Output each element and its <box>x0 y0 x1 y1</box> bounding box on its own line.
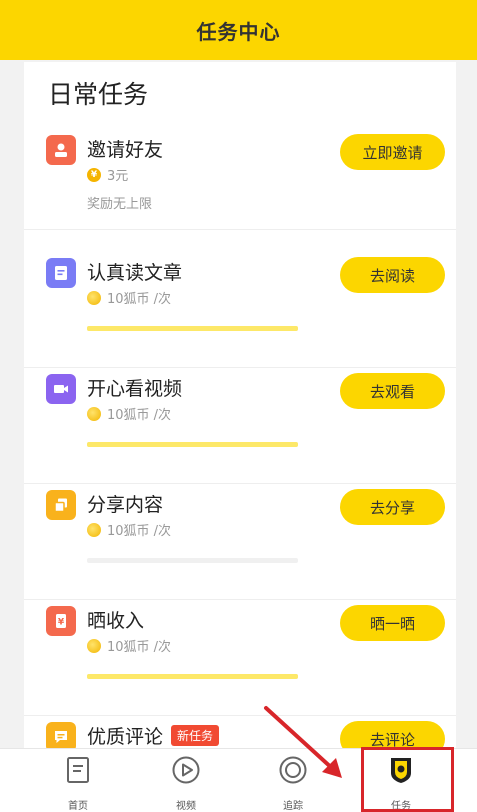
video-icon <box>46 374 76 404</box>
task-title: 开心看视频 <box>87 378 183 400</box>
tab-label: 首页 <box>68 801 88 812</box>
yuan-coin-icon: ¥ <box>87 167 101 182</box>
play-icon <box>171 755 201 785</box>
share-button[interactable]: 去分享 <box>340 489 445 525</box>
task-title-text: 优质评论 <box>87 726 164 748</box>
tab-home[interactable]: 首页 <box>48 749 108 812</box>
header: 任务中心 <box>0 0 477 60</box>
progress-bar <box>87 442 298 447</box>
reward-amount: 10狐币 /次 <box>107 408 172 423</box>
task-title: 认真读文章 <box>87 262 183 284</box>
task-invite-friends: 邀请好友 ¥ 3元 奖励无上限 立即邀请 <box>24 129 456 230</box>
task-title: 晒收入 <box>87 610 145 632</box>
fox-coin-icon <box>87 406 101 421</box>
task-reward: 10狐币 /次 <box>87 520 171 539</box>
tab-video[interactable]: 视频 <box>156 749 216 812</box>
reward-amount: 10狐币 /次 <box>107 640 172 655</box>
task-title: 分享内容 <box>87 494 164 516</box>
income-icon: ¥ <box>46 606 76 636</box>
page-title: 任务中心 <box>196 19 281 44</box>
task-read-article: 认真读文章 10狐币 /次 去阅读 <box>24 252 456 368</box>
task-reward: 10狐币 /次 <box>87 404 171 423</box>
task-title: 邀请好友 <box>87 139 164 161</box>
reward-note: 奖励无上限 <box>87 197 153 212</box>
progress-bar <box>87 674 298 679</box>
task-show-income: ¥ 晒收入 10狐币 /次 晒一晒 <box>24 600 456 716</box>
progress-bar <box>87 558 298 563</box>
watch-button[interactable]: 去观看 <box>340 373 445 409</box>
progress-bar <box>87 326 298 331</box>
task-title: 优质评论 新任务 <box>87 722 220 749</box>
fox-coin-icon <box>87 522 101 537</box>
section-title: 日常任务 <box>48 80 149 109</box>
invite-person-icon <box>46 135 76 165</box>
task-reward: 10狐币 /次 <box>87 288 171 307</box>
fox-coin-icon <box>87 290 101 305</box>
reward-amount: 10狐币 /次 <box>107 292 172 307</box>
task-share-content: 分享内容 10狐币 /次 去分享 <box>24 484 456 600</box>
tab-label: 视频 <box>176 801 196 812</box>
task-reward: 10狐币 /次 <box>87 636 171 655</box>
tab-label: 追踪 <box>283 801 303 812</box>
task-tab-highlight-box <box>361 747 454 812</box>
share-icon <box>46 490 76 520</box>
reward-amount: 10狐币 /次 <box>107 524 172 539</box>
article-icon <box>46 258 76 288</box>
svg-text:¥: ¥ <box>58 618 65 628</box>
task-watch-video: 开心看视频 10狐币 /次 去观看 <box>24 368 456 484</box>
home-icon <box>63 755 93 785</box>
reward-amount: 3元 <box>107 169 129 184</box>
daily-tasks-card: 日常任务 邀请好友 ¥ 3元 奖励无上限 立即邀请 认真读文章 10狐币 /次 … <box>24 62 456 762</box>
fox-coin-icon <box>87 638 101 653</box>
invite-now-button[interactable]: 立即邀请 <box>340 134 445 170</box>
show-button[interactable]: 晒一晒 <box>340 605 445 641</box>
pointer-arrow <box>264 706 342 778</box>
read-button[interactable]: 去阅读 <box>340 257 445 293</box>
task-reward: ¥ 3元 <box>87 165 128 184</box>
new-task-badge: 新任务 <box>171 725 220 746</box>
